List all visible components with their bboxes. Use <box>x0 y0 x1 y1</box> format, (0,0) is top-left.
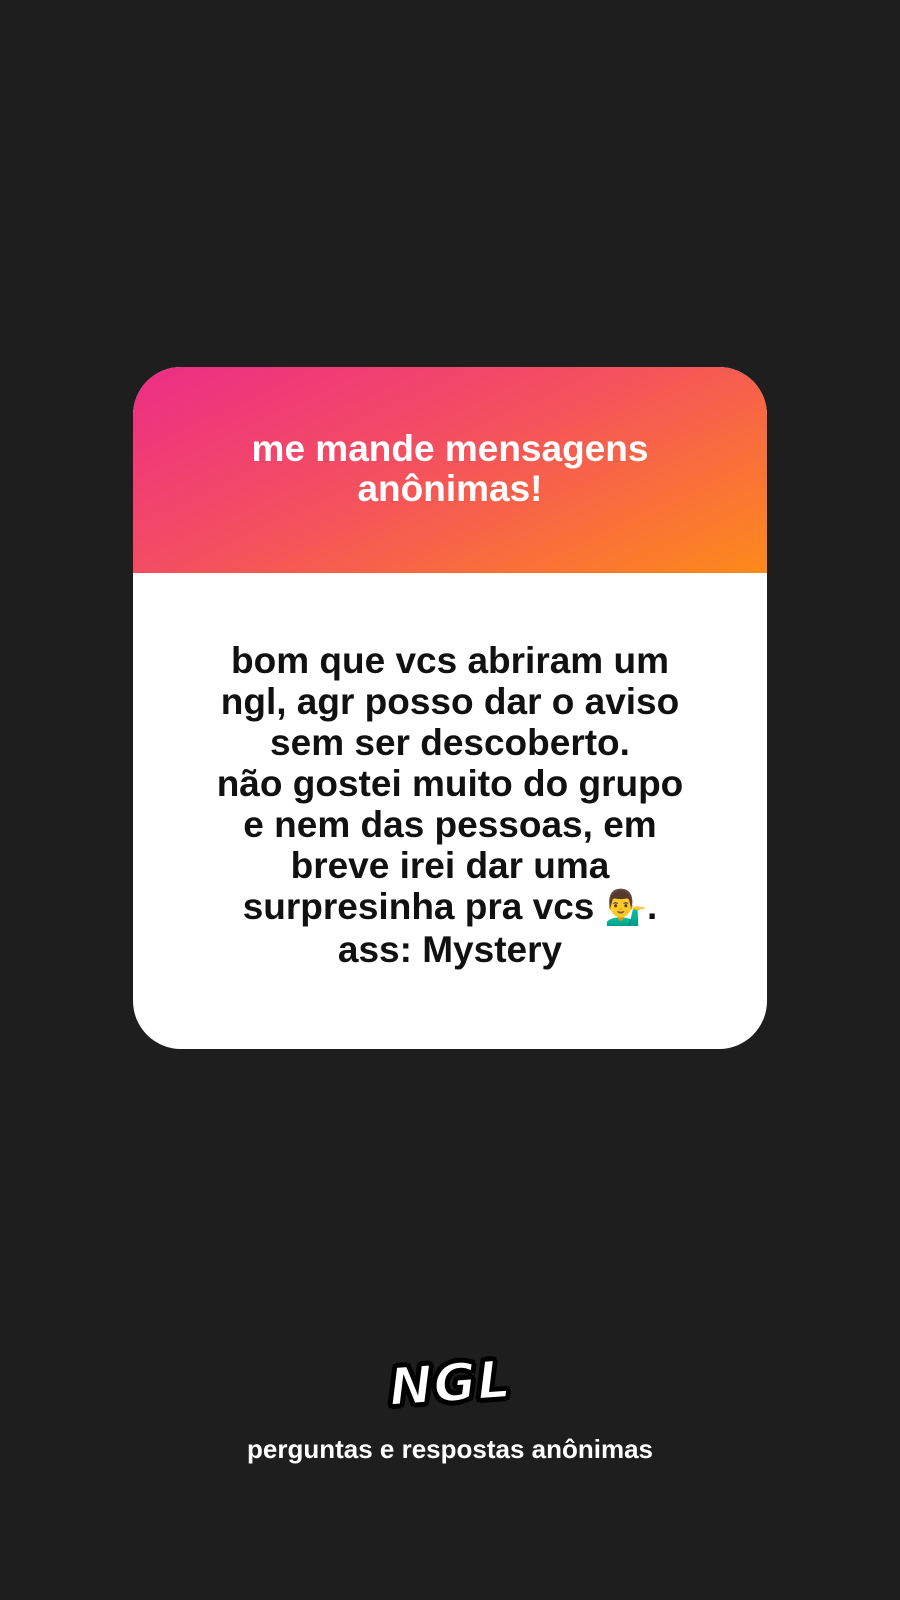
ngl-logo: NGL <box>386 1349 514 1419</box>
message-line: breve irei dar uma <box>290 845 610 886</box>
message-line: surpresinha pra vcs 💁‍♂️. <box>170 886 730 929</box>
footer: NGL perguntas e respostas anônimas <box>0 1349 900 1465</box>
question-card: me mande mensagens anônimas! bom que vcs… <box>133 367 767 1049</box>
tagline: perguntas e respostas anônimas <box>246 1434 654 1464</box>
message-line: ngl, agr posso dar o aviso <box>220 681 680 722</box>
card-header: me mande mensagens anônimas! <box>133 367 767 573</box>
anonymous-message: bom que vcs abriram um ngl, agr posso da… <box>170 640 730 970</box>
person-tipping-hand-emoji-icon: 💁‍♂️ <box>604 888 647 928</box>
message-line: sem ser descoberto. <box>270 722 630 763</box>
card-body: bom que vcs abriram um ngl, agr posso da… <box>133 573 767 1049</box>
prompt-text: me mande mensagens anônimas! <box>251 428 649 509</box>
message-line: e nem das pessoas, em <box>243 804 657 845</box>
message-line-text: surpresinha pra vcs <box>242 886 595 927</box>
message-line: não gostei muito do grupo <box>216 763 684 804</box>
message-signature: ass: Mystery <box>337 929 563 970</box>
message-line: bom que vcs abriram um <box>231 640 669 681</box>
message-punctuation: . <box>647 886 658 927</box>
